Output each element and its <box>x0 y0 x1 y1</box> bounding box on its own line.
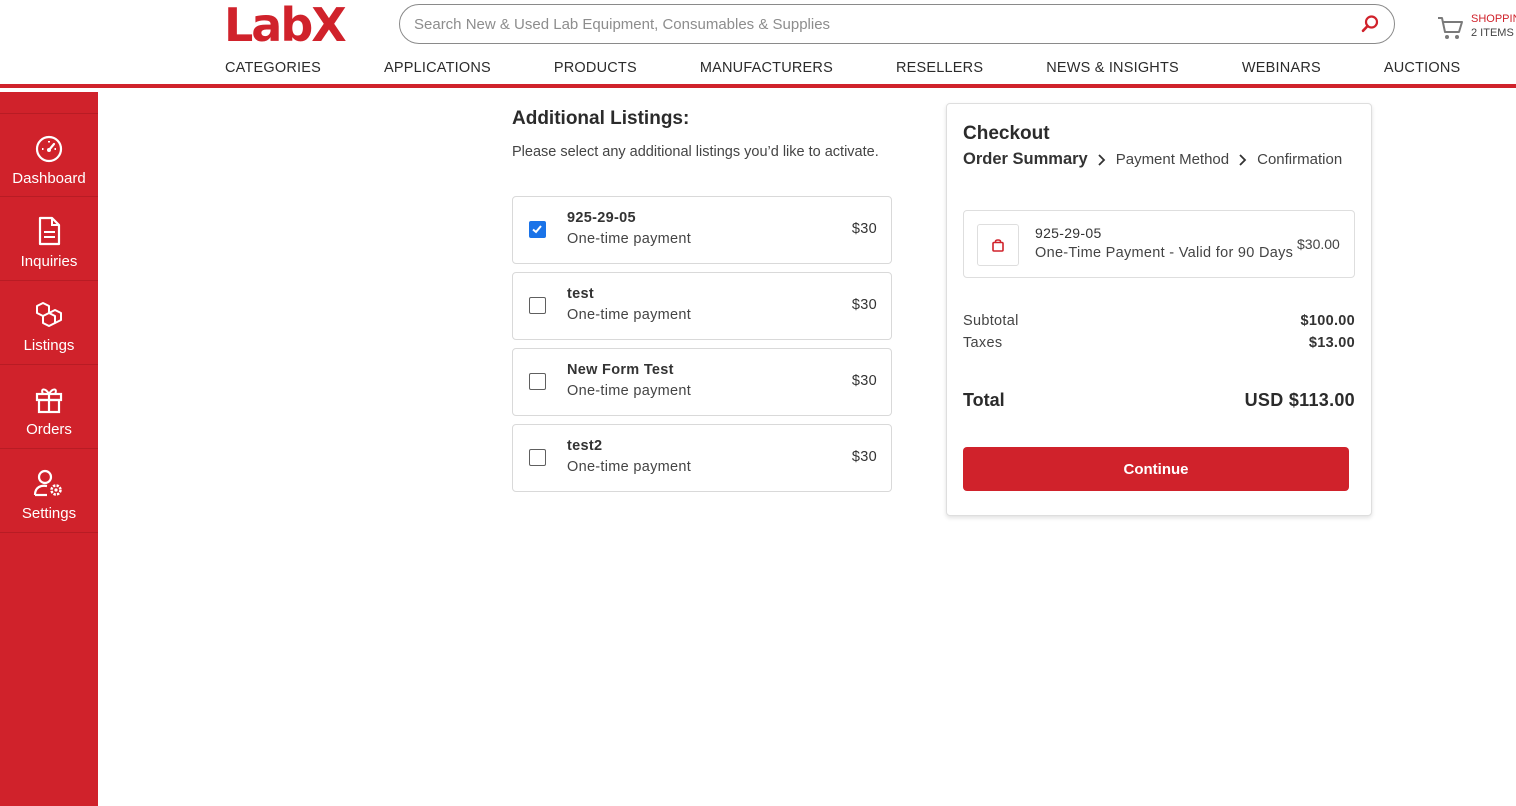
sidebar-item-dashboard[interactable]: Dashboard <box>0 113 98 197</box>
listing-desc: One-time payment <box>567 231 692 247</box>
subtotal-row: Subtotal $100.00 <box>963 313 1355 329</box>
listing-card[interactable]: New Form Test One-time payment $30 <box>512 348 892 416</box>
step-confirmation: Confirmation <box>1257 151 1343 168</box>
listing-price: $30 <box>851 373 877 389</box>
gauge-icon <box>35 135 63 163</box>
shopping-bag-icon <box>992 239 1004 252</box>
listing-desc: One-time payment <box>567 307 692 323</box>
search-bar <box>399 4 1395 44</box>
site-header: LabX SHOPPING CART 2 ITEMS - CATEGORIES … <box>0 0 1516 88</box>
sidebar: Dashboard Inquiries Listings Orders Sett… <box>0 92 98 806</box>
checkout-panel: Checkout Order Summary Payment Method Co… <box>946 103 1372 516</box>
listing-checkbox[interactable] <box>529 373 546 390</box>
total-label: Total <box>963 390 1005 410</box>
checkout-title: Checkout <box>963 123 1050 144</box>
listing-name: test <box>567 286 594 302</box>
boxes-icon <box>36 302 62 327</box>
listing-desc: One-time payment <box>567 383 692 399</box>
order-item-price: $30.00 <box>1297 236 1340 252</box>
listings-subtitle: Please select any additional listings yo… <box>512 144 879 160</box>
taxes-value: $13.00 <box>1308 335 1355 351</box>
user-gear-icon <box>33 469 62 497</box>
order-item-desc: One-Time Payment - Valid for 90 Days <box>1035 245 1294 261</box>
step-payment-method: Payment Method <box>1115 151 1230 168</box>
subtotal-value: $100.00 <box>1300 313 1355 329</box>
cart-title: SHOPPING CART <box>1471 13 1516 25</box>
chevron-right-icon <box>1239 153 1247 166</box>
nav-resellers[interactable]: RESELLERS <box>896 60 983 80</box>
listing-card[interactable]: test2 One-time payment $30 <box>512 424 892 492</box>
listing-name: New Form Test <box>567 362 674 378</box>
sidebar-item-inquiries[interactable]: Inquiries <box>0 197 98 281</box>
listing-price: $30 <box>851 221 877 237</box>
cart-count: 2 ITEMS - <box>1471 27 1516 39</box>
sidebar-label-orders: Orders <box>26 421 72 438</box>
taxes-row: Taxes $13.00 <box>963 335 1355 351</box>
sidebar-label-settings: Settings <box>21 505 77 522</box>
order-item-name: 925-29-05 <box>1035 225 1102 241</box>
page: LabX SHOPPING CART 2 ITEMS - CATEGORIES … <box>0 0 1516 806</box>
checkout-steps: Order Summary Payment Method Confirmatio… <box>963 150 1342 169</box>
nav-categories[interactable]: CATEGORIES <box>225 60 321 80</box>
sidebar-label-dashboard: Dashboard <box>12 170 86 187</box>
nav-products[interactable]: PRODUCTS <box>554 60 637 80</box>
sidebar-item-listings[interactable]: Listings <box>0 281 98 365</box>
nav-news-insights[interactable]: NEWS & INSIGHTS <box>1046 60 1179 80</box>
shopping-cart-icon[interactable] <box>1436 14 1464 42</box>
labx-logo[interactable]: LabX <box>224 2 347 48</box>
sidebar-label-inquiries: Inquiries <box>20 253 78 270</box>
additional-listings: Additional Listings: Please select any a… <box>512 108 892 492</box>
main-nav: CATEGORIES APPLICATIONS PRODUCTS MANUFAC… <box>225 60 1460 80</box>
listing-price: $30 <box>851 297 877 313</box>
taxes-label: Taxes <box>963 335 1003 351</box>
listings-title: Additional Listings: <box>512 108 690 129</box>
cart-summary[interactable]: SHOPPING CART 2 ITEMS - <box>1471 12 1516 40</box>
total-value: USD $113.00 <box>1244 390 1355 410</box>
step-order-summary: Order Summary <box>963 150 1088 168</box>
subtotal-label: Subtotal <box>963 313 1019 329</box>
listing-checkbox[interactable] <box>529 221 546 238</box>
listing-desc: One-time payment <box>567 459 692 475</box>
search-icon[interactable] <box>1360 14 1380 34</box>
listing-name: 925-29-05 <box>567 210 636 226</box>
nav-applications[interactable]: APPLICATIONS <box>384 60 491 80</box>
listing-card[interactable]: 925-29-05 One-time payment $30 <box>512 196 892 264</box>
listing-checkbox[interactable] <box>529 449 546 466</box>
nav-webinars[interactable]: WEBINARS <box>1242 60 1321 80</box>
order-item: 925-29-05 One-Time Payment - Valid for 9… <box>963 210 1355 278</box>
sidebar-label-listings: Listings <box>23 337 75 354</box>
continue-button[interactable]: Continue <box>963 447 1349 491</box>
gift-icon <box>35 388 63 414</box>
chevron-right-icon <box>1098 153 1105 166</box>
listing-checkbox[interactable] <box>529 297 546 314</box>
listing-card[interactable]: test One-time payment $30 <box>512 272 892 340</box>
order-item-thumb <box>977 224 1019 266</box>
checkmark-icon <box>532 225 542 234</box>
listing-name: test2 <box>567 438 603 454</box>
sidebar-item-settings[interactable]: Settings <box>0 449 98 533</box>
listing-price: $30 <box>851 449 877 465</box>
nav-manufacturers[interactable]: MANUFACTURERS <box>700 60 833 80</box>
sidebar-item-orders[interactable]: Orders <box>0 365 98 449</box>
search-input[interactable] <box>414 13 1334 35</box>
total-row: Total USD $113.00 <box>963 390 1355 411</box>
nav-auctions[interactable]: AUCTIONS <box>1384 60 1461 80</box>
document-icon <box>38 216 61 246</box>
